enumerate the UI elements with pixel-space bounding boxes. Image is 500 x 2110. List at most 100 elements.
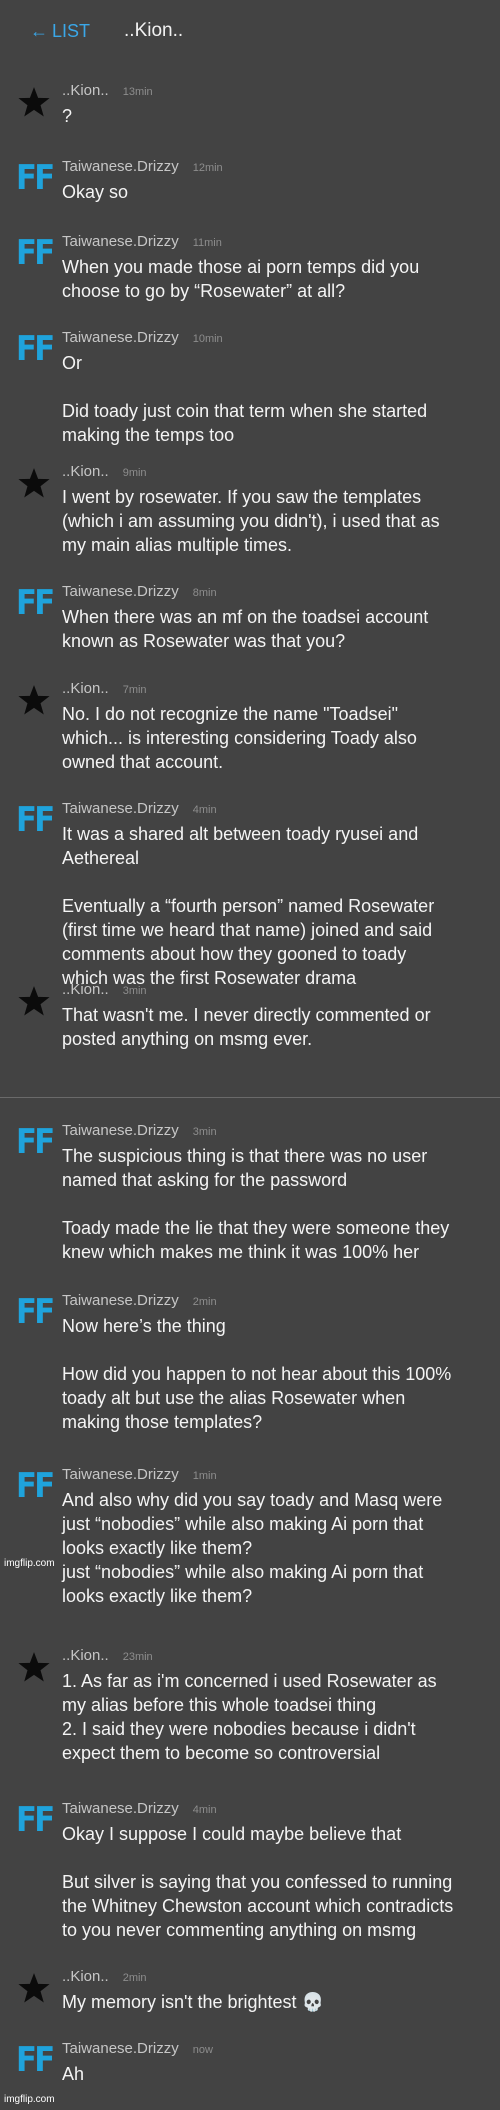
message-item: ..Kion.. 9min I went by rosewater. If you … <box>0 463 500 557</box>
message-username[interactable]: Taiwanese.Drizzy <box>62 329 179 346</box>
message-text: But silver is saying that you confessed … <box>62 1872 454 1940</box>
ff-avatar-icon[interactable]: FF <box>15 1122 55 1162</box>
message-username[interactable]: Taiwanese.Drizzy <box>62 1800 179 1817</box>
message-timestamp: 2min <box>192 1296 217 1308</box>
message-item: FF Taiwanese.Drizzy 8min When there was an … <box>0 583 500 653</box>
message-username[interactable]: ..Kion.. <box>62 1968 109 1985</box>
ff-logo-icon: FF <box>15 1292 55 1332</box>
message-meta: Taiwanese.Drizzy 4min <box>62 1800 476 1822</box>
message-text: ? <box>62 106 73 126</box>
message-item: ..Kion.. 23min 1. As far as i'm concerned … <box>0 1647 500 1765</box>
message-meta: Taiwanese.Drizzy 2min <box>62 1292 476 1314</box>
message-meta: ..Kion.. 13min <box>62 82 476 104</box>
message-username[interactable]: Taiwanese.Drizzy <box>62 1466 179 1483</box>
message-meta: ..Kion.. 2min <box>62 1968 476 1990</box>
message-timestamp: now <box>192 2044 213 2056</box>
message-timestamp: 7min <box>122 684 147 696</box>
star-avatar-icon[interactable] <box>16 983 52 1019</box>
message-username[interactable]: Taiwanese.Drizzy <box>62 1122 179 1139</box>
message-item: FF Taiwanese.Drizzy 10min Or Did toady just … <box>0 329 500 447</box>
message-item: FF Taiwanese.Drizzy 1min And also why did y… <box>0 1466 500 1608</box>
imgflip-watermark-bottom: imgflip.com <box>4 2094 55 2105</box>
star-avatar-icon[interactable] <box>16 1970 52 2006</box>
star-avatar-icon[interactable] <box>16 682 52 718</box>
back-to-list-link[interactable]: ← LIST <box>30 21 90 42</box>
star-avatar-icon[interactable] <box>16 84 52 120</box>
message-username[interactable]: Taiwanese.Drizzy <box>62 1292 179 1309</box>
imgflip-watermark: imgflip.com <box>4 1558 55 1569</box>
message-username[interactable]: ..Kion.. <box>62 82 109 99</box>
message-item: FF Taiwanese.Drizzy 3min The suspicious thi… <box>0 1122 500 1264</box>
message-item: FF Taiwanese.Drizzy 12min Okay so <box>0 158 500 204</box>
ff-logo-icon: FF <box>15 583 55 623</box>
back-arrow-icon: ← <box>30 20 48 41</box>
star-avatar-icon[interactable] <box>16 465 52 501</box>
message-meta: Taiwanese.Drizzy 12min <box>62 158 476 180</box>
ff-avatar-icon[interactable]: FF <box>15 1292 55 1332</box>
ff-avatar-icon[interactable]: FF <box>15 233 55 273</box>
message-text: Did toady just coin that term when she s… <box>62 401 428 445</box>
message-username[interactable]: Taiwanese.Drizzy <box>62 800 179 817</box>
message-meta: Taiwanese.Drizzy 11min <box>62 233 476 255</box>
ff-logo-icon: FF <box>15 800 55 840</box>
message-text: Okay so <box>62 182 129 202</box>
message-username[interactable]: ..Kion.. <box>62 981 109 998</box>
message-text: The suspicious thing is that there was n… <box>62 1146 428 1190</box>
message-item: ..Kion.. 7min No. I do not recognize the n… <box>0 680 500 774</box>
chat-title: ..Kion.. <box>124 20 184 41</box>
back-link-label: LIST <box>52 20 91 41</box>
ff-avatar-icon[interactable]: FF <box>15 583 55 623</box>
ff-logo-icon: FF <box>15 329 55 369</box>
message-item: FF Taiwanese.Drizzy 11min When you made tho… <box>0 233 500 303</box>
ff-avatar-icon[interactable]: FF <box>15 329 55 369</box>
message-username[interactable]: Taiwanese.Drizzy <box>62 233 179 250</box>
message-text: That wasn't me. I never directly comment… <box>62 1005 431 1049</box>
ff-logo-icon: FF <box>15 1122 55 1162</box>
ff-avatar-icon[interactable]: FF <box>15 1466 55 1506</box>
message-timestamp: 9min <box>122 467 147 479</box>
message-meta: Taiwanese.Drizzy 3min <box>62 1122 476 1144</box>
message-meta: Taiwanese.Drizzy now <box>62 2040 476 2062</box>
message-meta: ..Kion.. 3min <box>62 981 476 1003</box>
message-item: ..Kion.. 2min My memory isn't the brightes… <box>0 1968 500 2014</box>
message-text: No. I do not recognize the name "Toadsei… <box>62 704 417 772</box>
ff-logo-icon: FF <box>15 1800 55 1840</box>
message-username[interactable]: Taiwanese.Drizzy <box>62 158 179 175</box>
message-timestamp: 8min <box>192 587 217 599</box>
message-item: ..Kion.. 3min That wasn't me. I never dire… <box>0 981 500 1051</box>
message-timestamp: 10min <box>192 333 223 345</box>
message-username[interactable]: ..Kion.. <box>62 680 109 697</box>
ff-avatar-icon[interactable]: FF <box>15 1800 55 1840</box>
ff-logo-icon: FF <box>15 158 55 198</box>
message-username[interactable]: ..Kion.. <box>62 463 109 480</box>
message-item: ..Kion.. 13min? <box>0 82 500 128</box>
message-username[interactable]: Taiwanese.Drizzy <box>62 583 179 600</box>
message-text: Ah <box>62 2064 85 2084</box>
message-username[interactable]: Taiwanese.Drizzy <box>62 2040 179 2057</box>
message-text: My memory isn't the brightest 💀 <box>62 1992 324 2012</box>
message-meta: ..Kion.. 9min <box>62 463 476 485</box>
screenshot-divider <box>0 1097 500 1098</box>
message-text: When there was an mf on the toadsei acco… <box>62 607 429 651</box>
message-text: Or <box>62 353 82 373</box>
message-timestamp: 4min <box>192 804 217 816</box>
message-text: And also why did you say toady and Masq … <box>62 1490 443 1606</box>
message-meta: Taiwanese.Drizzy 4min <box>62 800 476 822</box>
message-username[interactable]: ..Kion.. <box>62 1647 109 1664</box>
ff-avatar-icon[interactable]: FF <box>15 158 55 198</box>
message-meta: ..Kion.. 7min <box>62 680 476 702</box>
ff-logo-icon: FF <box>15 1466 55 1506</box>
message-timestamp: 3min <box>122 985 147 997</box>
star-avatar-icon[interactable] <box>16 1649 52 1685</box>
message-meta: ..Kion.. 23min <box>62 1647 476 1669</box>
ff-avatar-icon[interactable]: FF <box>16 2042 55 2078</box>
ff-avatar-icon[interactable]: FF <box>15 800 55 840</box>
chat-header: ← LIST ..Kion.. <box>0 0 500 62</box>
ff-logo-icon: FF <box>15 233 55 273</box>
message-text: 1. As far as i'm concerned i used Rosewa… <box>62 1671 437 1763</box>
message-item: FF Taiwanese.Drizzy 4min It was a shared al… <box>0 800 500 990</box>
message-timestamp: 4min <box>192 1804 217 1816</box>
message-meta: Taiwanese.Drizzy 10min <box>62 329 476 351</box>
message-meta: Taiwanese.Drizzy 1min <box>62 1466 476 1488</box>
message-text: Toady made the lie that they were someon… <box>62 1218 450 1262</box>
